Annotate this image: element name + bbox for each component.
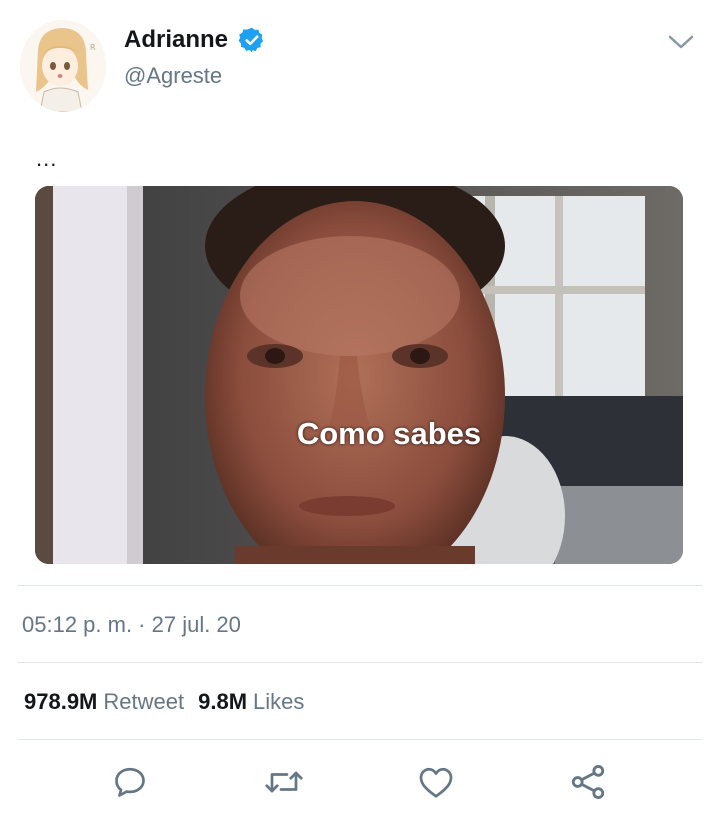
- like-icon: [419, 767, 453, 798]
- likes-count[interactable]: 9.8M: [198, 689, 247, 715]
- tweet-media-image[interactable]: Como sabes: [35, 186, 683, 564]
- share-icon: [571, 765, 605, 799]
- tweet-stats: 978.9M Retweet 9.8M Likes: [24, 689, 318, 715]
- reply-button[interactable]: [110, 762, 150, 802]
- retweet-button[interactable]: [264, 762, 304, 802]
- likes-label[interactable]: Likes: [253, 689, 304, 715]
- retweets-count[interactable]: 978.9M: [24, 689, 97, 715]
- svg-text:R: R: [90, 43, 96, 52]
- tweet-timestamp[interactable]: 05:12 p. m. · 27 jul. 20: [22, 612, 241, 638]
- divider: [18, 739, 702, 740]
- reply-icon: [115, 767, 145, 797]
- divider: [18, 585, 702, 586]
- verified-badge-icon: [238, 26, 266, 54]
- like-button[interactable]: [416, 762, 456, 802]
- author-handle[interactable]: @Agreste: [124, 63, 222, 89]
- author-display-name[interactable]: Adrianne: [124, 26, 228, 54]
- anime-girl-avatar-icon: R: [20, 20, 106, 112]
- chevron-down-icon[interactable]: [666, 30, 696, 54]
- retweet-icon: [265, 771, 303, 793]
- avatar[interactable]: R: [20, 20, 106, 112]
- meme-photo-image: [35, 186, 683, 564]
- divider: [18, 662, 702, 663]
- tweet-text: ...: [36, 146, 58, 171]
- share-button[interactable]: [568, 762, 608, 802]
- retweets-label[interactable]: Retweet: [103, 689, 184, 715]
- author-name-row[interactable]: Adrianne: [124, 26, 266, 54]
- media-caption: Como sabes: [296, 416, 482, 451]
